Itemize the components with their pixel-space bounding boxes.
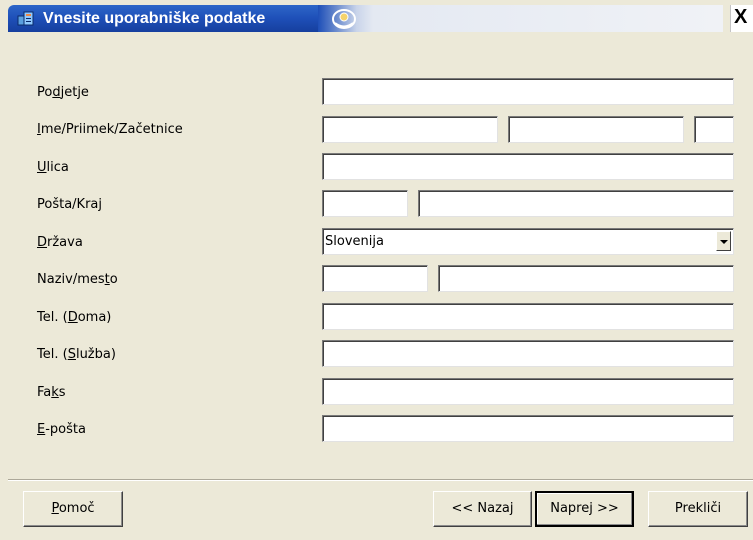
initials-input[interactable] <box>694 116 734 143</box>
phone-home-label: Tel. (Doma) <box>37 310 112 325</box>
close-icon: X <box>734 6 748 28</box>
help-button-label: Pomoč <box>51 501 95 516</box>
setup-app-icon <box>17 11 34 26</box>
country-select[interactable]: Slovenija <box>322 228 734 255</box>
country-label: Država <box>37 235 83 250</box>
title-input[interactable] <box>322 265 428 292</box>
phone-home-input[interactable] <box>322 303 734 330</box>
back-button-label: << Nazaj <box>451 501 514 516</box>
street-input[interactable] <box>322 153 734 180</box>
cancel-button-label: Prekliči <box>674 501 722 516</box>
last-name-input[interactable] <box>508 116 684 143</box>
post-label: Pošta/Kraj <box>37 197 103 212</box>
company-label: Podjetje <box>37 85 89 100</box>
company-input[interactable] <box>322 78 734 105</box>
fax-input[interactable] <box>322 378 734 405</box>
name-label: Ime/Priimek/Začetnice <box>37 122 183 137</box>
first-name-input[interactable] <box>322 116 498 143</box>
position-input[interactable] <box>438 265 734 292</box>
cancel-button[interactable]: Prekliči <box>648 491 748 527</box>
postcode-input[interactable] <box>322 190 408 217</box>
title-label: Naziv/mesto <box>37 272 118 287</box>
next-button-label: Naprej >> <box>550 501 619 516</box>
swirl-logo-icon <box>332 9 356 29</box>
email-label: E-pošta <box>37 422 86 437</box>
next-button[interactable]: Naprej >> <box>535 491 634 527</box>
help-button[interactable]: Pomoč <box>23 491 123 527</box>
button-divider <box>8 479 753 481</box>
city-input[interactable] <box>418 190 734 217</box>
close-button[interactable]: X <box>730 5 753 32</box>
phone-work-label: Tel. (Služba) <box>37 347 116 362</box>
phone-work-input[interactable] <box>322 340 734 367</box>
street-label: Ulica <box>37 160 69 175</box>
dropdown-arrow-icon[interactable] <box>716 231 731 251</box>
email-input[interactable] <box>322 415 734 442</box>
fax-label: Faks <box>37 385 66 400</box>
back-button[interactable]: << Nazaj <box>433 491 532 527</box>
title-bar[interactable]: Vnesite uporabniške podatke X <box>0 0 753 37</box>
title-bar-fade <box>373 5 723 32</box>
window-title: Vnesite uporabniške podatke <box>43 10 266 27</box>
country-select-value: Slovenija <box>325 234 384 249</box>
